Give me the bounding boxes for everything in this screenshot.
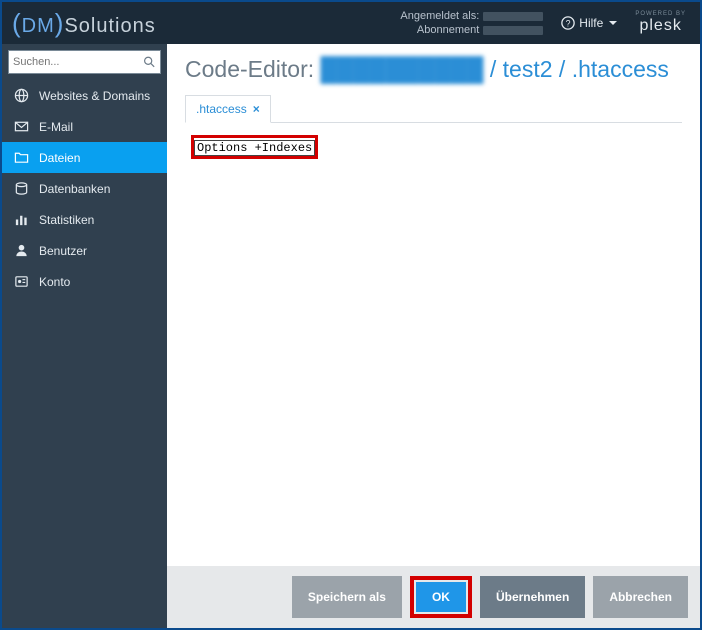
plesk-word: plesk: [635, 17, 686, 35]
search-box[interactable]: [8, 50, 161, 74]
sidebar-item-email[interactable]: E-Mail: [2, 111, 167, 142]
sidebar-item-label: Dateien: [39, 151, 80, 165]
bottom-bar: Speichern als OK Übernehmen Abbrechen: [167, 566, 700, 628]
path-file: .htaccess: [572, 56, 669, 82]
sidebar-item-users[interactable]: Benutzer: [2, 235, 167, 266]
sidebar-item-files[interactable]: Dateien: [2, 142, 167, 173]
logged-in-label: Angemeldet als:: [400, 10, 479, 22]
code-highlight: Options +Indexes: [191, 135, 318, 159]
path-sep: /: [490, 56, 503, 82]
sidebar-item-websites[interactable]: Websites & Domains: [2, 80, 167, 111]
subscription-label: Abonnement: [417, 24, 479, 36]
close-icon[interactable]: ×: [253, 102, 260, 116]
database-icon: [14, 181, 29, 196]
ok-highlight: OK: [410, 576, 472, 618]
sidebar-item-account[interactable]: Konto: [2, 266, 167, 297]
globe-icon: [14, 88, 29, 103]
brand-rest: Solutions: [64, 15, 155, 38]
account-icon: [14, 274, 29, 289]
help-icon: ?: [561, 16, 575, 30]
sidebar-item-statistics[interactable]: Statistiken: [2, 204, 167, 235]
tab-label: .htaccess: [196, 102, 247, 116]
apply-button[interactable]: Übernehmen: [480, 576, 585, 618]
page-title: Code-Editor: ██████████ / test2 / .htacc…: [185, 56, 682, 83]
subscription-redacted: [483, 26, 543, 35]
main-panel: Code-Editor: ██████████ / test2 / .htacc…: [167, 44, 700, 628]
save-as-button[interactable]: Speichern als: [292, 576, 402, 618]
login-info: Angemeldet als: Abonnement: [400, 9, 543, 37]
username-redacted: [483, 12, 543, 21]
help-menu[interactable]: ? Hilfe: [561, 16, 617, 30]
tab-htaccess[interactable]: .htaccess ×: [185, 95, 271, 123]
search-icon: [143, 55, 156, 69]
cancel-button[interactable]: Abbrechen: [593, 576, 688, 618]
brand-logo: (DM)Solutions: [12, 8, 156, 39]
sidebar-item-label: Benutzer: [39, 244, 87, 258]
path-dir: test2: [503, 56, 553, 82]
sidebar: Websites & Domains E-Mail Dateien Datenb…: [2, 44, 167, 628]
editor-area[interactable]: Options +Indexes: [185, 133, 682, 566]
topbar: (DM)Solutions Angemeldet als: Abonnement…: [2, 2, 700, 44]
help-label: Hilfe: [579, 16, 603, 30]
chevron-down-icon: [609, 21, 617, 25]
code-content[interactable]: Options +Indexes: [194, 140, 315, 156]
sidebar-item-label: Statistiken: [39, 213, 94, 227]
ok-button[interactable]: OK: [416, 582, 466, 612]
stats-icon: [14, 212, 29, 227]
search-input[interactable]: [13, 56, 143, 68]
path-hidden: ██████████: [321, 56, 484, 82]
user-icon: [14, 243, 29, 258]
email-icon: [14, 119, 29, 134]
sidebar-item-label: Datenbanken: [39, 182, 110, 196]
editor-tabs: .htaccess ×: [185, 95, 682, 123]
editor-label: Code-Editor:: [185, 56, 314, 82]
brand-dm: DM: [22, 15, 55, 38]
path-sep: /: [553, 56, 572, 82]
sidebar-item-databases[interactable]: Datenbanken: [2, 173, 167, 204]
sidebar-item-label: E-Mail: [39, 120, 73, 134]
sidebar-item-label: Websites & Domains: [39, 89, 150, 103]
sidebar-item-label: Konto: [39, 275, 70, 289]
sidebar-nav: Websites & Domains E-Mail Dateien Datenb…: [2, 80, 167, 297]
plesk-logo: POWERED BY plesk: [635, 11, 686, 35]
folder-icon: [14, 150, 29, 165]
svg-text:?: ?: [566, 19, 571, 29]
